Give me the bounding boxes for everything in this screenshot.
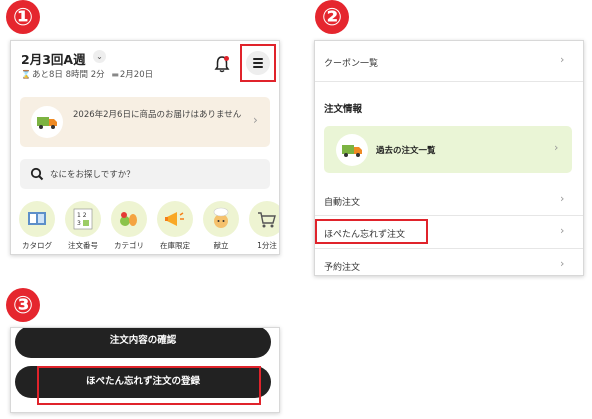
category-order-number[interactable]: 1 23 注文番号 <box>60 201 106 251</box>
chevron-right-icon: › <box>560 257 565 270</box>
delivery-truck-icon <box>336 134 368 166</box>
order-info-heading: 注文情報 <box>324 104 363 115</box>
delivery-notice-banner[interactable]: 2026年2月6日に商品のお届けはありません › <box>20 97 270 147</box>
category-category[interactable]: カテゴリ <box>106 201 152 251</box>
divider <box>315 81 583 82</box>
chevron-right-icon: › <box>253 113 258 127</box>
category-catalog[interactable]: カタログ <box>14 201 60 251</box>
chevron-right-icon: › <box>560 192 565 205</box>
category-label: カテゴリ <box>114 241 144 250</box>
chevron-down-icon[interactable]: ⌄ <box>93 50 106 63</box>
menu-item-label: 予約注文 <box>324 263 361 273</box>
chevron-right-icon: › <box>554 141 559 154</box>
chef-icon <box>203 201 239 237</box>
delivery-date-text: 2月20日 <box>119 70 154 80</box>
side-menu-panel: クーポン一覧 › 注文情報 過去の注文一覧 › 自動注文 › ほぺたん忘れず注文… <box>314 40 584 276</box>
menu-item-label: クーポン一覧 <box>324 59 379 69</box>
confirm-order-button[interactable]: 注文内容の確認 <box>15 328 271 358</box>
highlight-box <box>37 366 261 405</box>
step-number-3: ③ <box>6 288 40 322</box>
search-placeholder: なにをお探しですか？ <box>50 170 135 180</box>
menu-item-label: 自動注文 <box>324 198 361 208</box>
category-menu-plan[interactable]: 献立 <box>198 201 244 251</box>
category-label: 1分注 <box>257 241 277 250</box>
order-deadline-info: ⌛あと8日 8時間 2分 ▬2月20日 <box>21 68 153 80</box>
highlight-box <box>315 219 428 244</box>
step-number-1: ① <box>6 0 40 34</box>
deadline-text: あと8日 8時間 2分 <box>31 70 105 80</box>
megaphone-icon <box>157 201 193 237</box>
order-number-icon: 1 23 <box>65 201 101 237</box>
category-limited-stock[interactable]: 在庫限定 <box>152 201 198 251</box>
search-bar[interactable]: なにをお探しですか？ <box>20 159 270 189</box>
menu-item-reserved-order[interactable]: 予約注文 › <box>315 249 583 275</box>
home-screen-panel: 2月3回A週 ⌄ ⌛あと8日 8時間 2分 ▬2月20日 2026年2月6日に商… <box>10 40 280 255</box>
chevron-right-icon: › <box>560 53 565 66</box>
category-label: 献立 <box>213 241 229 250</box>
delivery-notice-text: 2026年2月6日に商品のお届けはありません <box>73 110 242 120</box>
past-orders-label: 過去の注文一覧 <box>376 146 436 156</box>
menu-icon <box>246 51 270 75</box>
chevron-right-icon: › <box>560 224 565 237</box>
order-confirm-panel: 注文内容の確認 ほぺたん忘れず注文の登録 <box>10 327 280 413</box>
produce-icon <box>111 201 147 237</box>
search-icon <box>30 167 44 181</box>
category-label: 在庫限定 <box>160 241 190 250</box>
step-number-2: ② <box>315 0 349 34</box>
catalog-icon <box>19 201 55 237</box>
menu-item-coupon-list[interactable]: クーポン一覧 › <box>315 41 583 81</box>
week-selector-title[interactable]: 2月3回A週 <box>21 49 86 68</box>
hamburger-menu-button[interactable] <box>240 44 276 82</box>
svg-text:3: 3 <box>77 220 81 227</box>
past-orders-card[interactable]: 過去の注文一覧 › <box>324 126 572 173</box>
svg-text:1 2: 1 2 <box>77 212 87 219</box>
category-one-minute-order[interactable]: 1分注 <box>244 201 279 251</box>
category-label: 注文番号 <box>68 241 98 250</box>
hourglass-icon: ⌛ <box>21 70 31 79</box>
truck-small-icon: ▬ <box>111 70 119 79</box>
bell-icon[interactable] <box>214 55 230 73</box>
menu-item-auto-order[interactable]: 自動注文 › <box>315 183 583 217</box>
cart-icon <box>249 201 279 237</box>
delivery-truck-icon <box>31 106 63 138</box>
divider <box>315 215 583 216</box>
category-label: カタログ <box>22 241 52 250</box>
